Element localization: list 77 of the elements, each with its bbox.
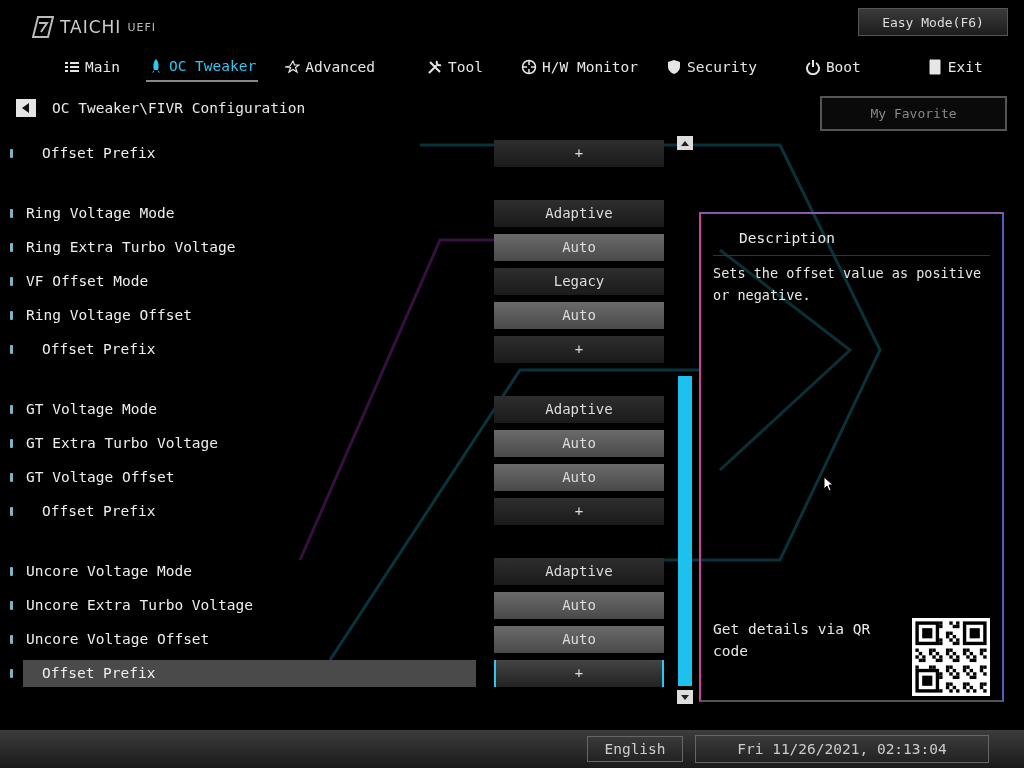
star-icon — [284, 59, 301, 75]
tools-icon — [427, 59, 444, 75]
setting-value[interactable]: + — [494, 139, 664, 167]
up-arrow-icon — [681, 140, 689, 146]
my-favorite-button[interactable]: My Favorite — [820, 95, 1007, 131]
setting-label[interactable]: GT Extra Turbo Voltage — [23, 429, 476, 457]
setting-label[interactable]: Offset Prefix — [23, 335, 476, 363]
scroll-down-button[interactable] — [677, 690, 693, 704]
breadcrumb: OC Tweaker\FIVR Configuration — [52, 100, 306, 116]
description-text: Sets the offset value as positive or negative. — [713, 264, 983, 305]
bullet-icon — [10, 310, 13, 320]
setting-value[interactable]: Legacy — [494, 267, 664, 295]
setting-value[interactable]: Auto — [494, 625, 664, 653]
bullet-icon — [10, 668, 13, 678]
setting-label[interactable]: VF Offset Mode — [23, 267, 476, 295]
setting-label[interactable]: GT Voltage Mode — [23, 395, 476, 423]
setting-label[interactable]: Ring Extra Turbo Voltage — [23, 233, 476, 261]
bullet-icon — [10, 438, 13, 448]
bullet-icon — [10, 472, 13, 482]
bullet-icon — [10, 566, 13, 576]
scroll-up-button[interactable] — [677, 136, 693, 150]
setting-label[interactable]: Ring Voltage Offset — [23, 301, 476, 329]
setting-value[interactable]: Adaptive — [494, 199, 664, 227]
language-button[interactable]: English — [587, 736, 683, 762]
menu-tab[interactable]: OC Tweaker — [145, 52, 259, 82]
setting-label[interactable]: Offset Prefix — [23, 497, 476, 525]
menu-tab[interactable]: H/W Monitor — [519, 52, 641, 82]
setting-value[interactable]: + — [494, 497, 664, 525]
setting-label[interactable]: Ring Voltage Mode — [23, 199, 476, 227]
setting-value[interactable]: Adaptive — [494, 557, 664, 585]
bullet-icon — [10, 344, 13, 354]
bullet-icon — [10, 148, 13, 158]
bullet-icon — [10, 600, 13, 610]
bullet-icon — [10, 208, 13, 218]
setting-value[interactable]: Auto — [494, 301, 664, 329]
door-icon — [926, 59, 943, 75]
mouse-cursor-icon — [823, 476, 834, 492]
down-arrow-icon — [681, 694, 689, 700]
menu-tab[interactable]: Security — [664, 52, 759, 82]
setting-label[interactable]: Uncore Extra Turbo Voltage — [23, 591, 476, 619]
menu-tab[interactable]: Exit — [924, 52, 985, 82]
logo-icon — [32, 16, 54, 38]
crosshair-icon — [521, 59, 537, 75]
brand-name: TAICHI — [60, 17, 122, 37]
setting-label[interactable]: Offset Prefix — [23, 659, 476, 687]
left-arrow-icon — [22, 103, 30, 113]
brand-suffix: UEFI — [127, 20, 156, 34]
menu-tab[interactable]: Advanced — [282, 52, 378, 82]
setting-value[interactable]: + — [494, 335, 664, 363]
bullet-icon — [10, 404, 13, 414]
qr-caption: Get details via QR code — [713, 620, 872, 661]
description-title: Description — [713, 214, 990, 256]
menu-tab[interactable]: Main — [62, 52, 122, 82]
bullet-icon — [10, 634, 13, 644]
setting-value[interactable]: Auto — [494, 233, 664, 261]
setting-label[interactable]: Uncore Voltage Offset — [23, 625, 476, 653]
scrollbar-thumb[interactable] — [678, 376, 692, 686]
menu-tab[interactable]: Boot — [802, 52, 863, 82]
setting-value[interactable]: Auto — [494, 429, 664, 457]
setting-label[interactable]: Offset Prefix — [23, 139, 476, 167]
setting-label[interactable]: GT Voltage Offset — [23, 463, 476, 491]
shield-icon — [666, 59, 683, 75]
bullet-icon — [10, 242, 13, 252]
setting-value[interactable]: Auto — [494, 591, 664, 619]
menu-tab[interactable]: Tool — [425, 52, 485, 82]
power-icon — [804, 59, 821, 75]
date-time: Fri 11/26/2021, 02:13:04 — [695, 735, 989, 763]
back-button[interactable] — [16, 99, 36, 117]
bullet-icon — [10, 506, 13, 516]
list-icon — [64, 59, 80, 75]
setting-label[interactable]: Uncore Voltage Mode — [23, 557, 476, 585]
qr-code-icon — [912, 618, 990, 696]
easy-mode-button[interactable]: Easy Mode(F6) — [858, 8, 1008, 36]
setting-value[interactable]: Auto — [494, 463, 664, 491]
setting-value[interactable]: Adaptive — [494, 395, 664, 423]
bullet-icon — [10, 276, 13, 286]
setting-value[interactable]: + — [494, 659, 664, 687]
